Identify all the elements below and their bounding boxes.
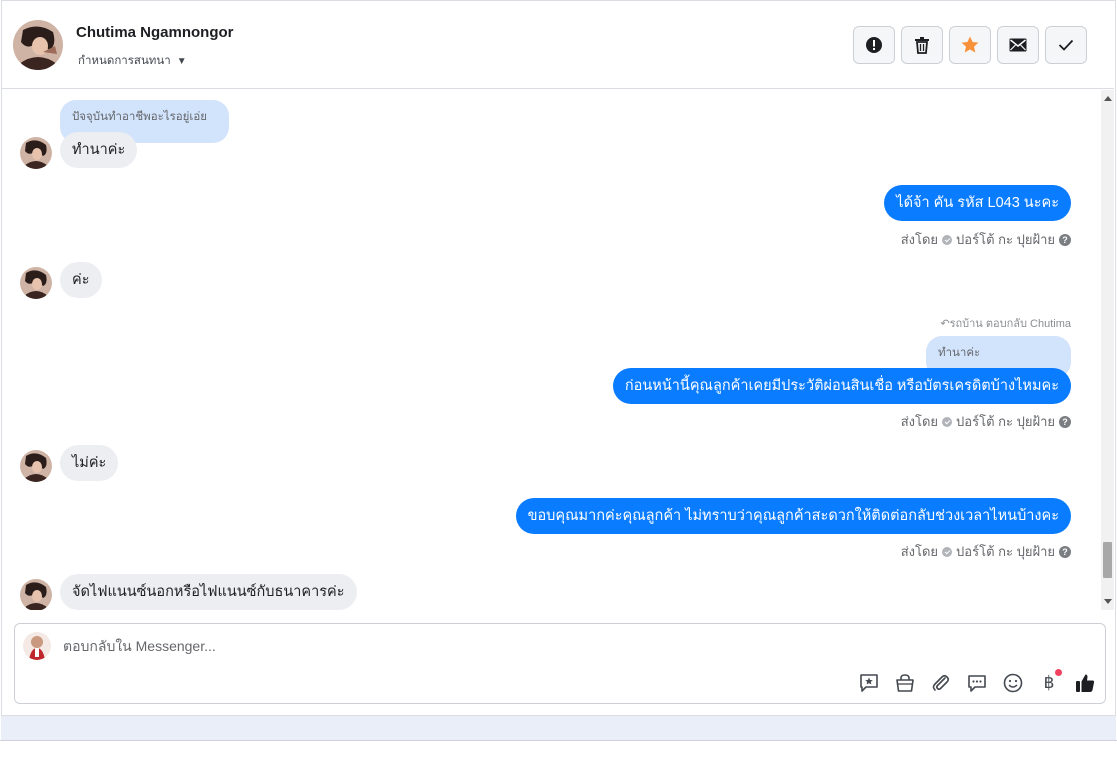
quoted-message-text: ทำนาค่ะ bbox=[938, 347, 981, 359]
scrollbar-thumb[interactable] bbox=[1103, 542, 1112, 578]
star-icon bbox=[961, 36, 979, 53]
message-scrollbar[interactable] bbox=[1101, 90, 1114, 610]
incoming-message[interactable]: ไม่ค่ะ bbox=[60, 445, 119, 481]
check-icon bbox=[1058, 39, 1074, 51]
help-icon[interactable]: ? bbox=[1059, 545, 1071, 558]
contact-avatar[interactable] bbox=[13, 20, 63, 70]
incoming-message[interactable]: ค่ะ bbox=[60, 262, 102, 298]
delete-button[interactable] bbox=[901, 26, 943, 64]
emoji-icon[interactable] bbox=[1001, 671, 1025, 695]
sent-by-info: ส่งโดย ปอร์โต้ กะ ปุยฝ้าย ? bbox=[901, 229, 1071, 250]
saved-reply-icon[interactable] bbox=[857, 671, 881, 695]
reply-note-text: รถบ้าน ตอบกลับ Chutima bbox=[949, 318, 1071, 330]
sent-by-prefix: ส่งโดย bbox=[900, 414, 939, 429]
mark-done-button[interactable] bbox=[1045, 26, 1087, 64]
sent-by-prefix: ส่งโดย bbox=[900, 232, 939, 247]
composer-toolbar: ฿ bbox=[857, 669, 1097, 695]
sent-by-agent: ปอร์โต้ กะ ปุยฝ้าย bbox=[956, 544, 1055, 559]
contact-name: Chutima Ngamnongor bbox=[76, 24, 234, 41]
baht-payment-button[interactable]: ฿ bbox=[1037, 669, 1062, 695]
outgoing-message[interactable]: ขอบคุณมากค่ะคุณลูกค้า ไม่ทราบว่าคุณลูกค้… bbox=[515, 498, 1071, 534]
verified-check-icon bbox=[942, 234, 953, 245]
envelope-icon bbox=[1009, 38, 1027, 52]
reply-composer: ฿ bbox=[14, 623, 1106, 704]
scroll-up-arrow-icon[interactable] bbox=[1104, 96, 1112, 101]
shop-bag-icon[interactable] bbox=[893, 671, 917, 695]
header-actions bbox=[853, 26, 1087, 64]
contact-avatar[interactable] bbox=[20, 137, 52, 169]
paperclip-icon[interactable] bbox=[929, 671, 953, 695]
assign-conversation-dropdown[interactable]: กำหนดการสนทนา ▼ bbox=[78, 52, 187, 70]
notification-dot bbox=[1055, 669, 1062, 676]
like-icon[interactable] bbox=[1073, 671, 1097, 695]
star-button[interactable] bbox=[949, 26, 991, 64]
message-text: ค่ะ bbox=[72, 272, 90, 288]
exclamation-icon bbox=[866, 37, 882, 53]
trash-icon bbox=[915, 37, 929, 54]
message-text: ก่อนหน้านี้คุณลูกค้าเคยมีประวัติผ่อนสินเ… bbox=[624, 378, 1059, 394]
message-text: ไม่ค่ะ bbox=[72, 455, 107, 471]
baht-icon: ฿ bbox=[1043, 673, 1055, 693]
mark-spam-button[interactable] bbox=[853, 26, 895, 64]
message-text: ได้จ้า คัน รหัส L043 นะคะ bbox=[896, 195, 1059, 211]
verified-check-icon bbox=[942, 546, 953, 557]
assign-conversation-label: กำหนดการสนทนา bbox=[78, 55, 171, 67]
chat-bubble-icon[interactable] bbox=[965, 671, 989, 695]
caret-down-icon: ▼ bbox=[176, 55, 187, 67]
sent-by-info: ส่งโดย ปอร์โต้ กะ ปุยฝ้าย ? bbox=[901, 541, 1071, 562]
contact-avatar[interactable] bbox=[20, 579, 52, 610]
help-icon[interactable]: ? bbox=[1059, 233, 1071, 246]
footer-divider bbox=[0, 740, 1117, 741]
mark-unread-button[interactable] bbox=[997, 26, 1039, 64]
help-icon[interactable]: ? bbox=[1059, 415, 1071, 428]
sent-by-agent: ปอร์โต้ กะ ปุยฝ้าย bbox=[956, 414, 1055, 429]
contact-avatar[interactable] bbox=[20, 267, 52, 299]
sent-by-info: ส่งโดย ปอร์โต้ กะ ปุยฝ้าย ? bbox=[901, 411, 1071, 432]
page-avatar bbox=[23, 632, 51, 660]
reply-input[interactable] bbox=[63, 636, 963, 656]
footer-band bbox=[1, 716, 1116, 740]
message-text: จัดไฟแนนซ์นอกหรือไฟแนนซ์กับธนาคารค่ะ bbox=[72, 584, 345, 600]
scroll-down-arrow-icon[interactable] bbox=[1104, 599, 1112, 604]
contact-avatar[interactable] bbox=[20, 450, 52, 482]
reply-arrow-icon: ↶ bbox=[940, 318, 950, 330]
quoted-message-text: ปัจจุบันทำอาชีพอะไรอยู่เอ่ย bbox=[72, 111, 207, 123]
sent-by-prefix: ส่งโดย bbox=[900, 544, 939, 559]
reply-note: ↶รถบ้าน ตอบกลับ Chutima bbox=[940, 314, 1071, 332]
message-list: ปัจจุบันทำอาชีพอะไรอยู่เอ่ย ทำนาค่ะ ได้จ… bbox=[0, 90, 1100, 610]
verified-check-icon bbox=[942, 416, 953, 427]
outgoing-message[interactable]: ได้จ้า คัน รหัส L043 นะคะ bbox=[884, 185, 1071, 221]
incoming-message[interactable]: ทำนาค่ะ bbox=[60, 132, 138, 168]
conversation-header: Chutima Ngamnongor กำหนดการสนทนา ▼ bbox=[1, 0, 1114, 89]
sent-by-agent: ปอร์โต้ กะ ปุยฝ้าย bbox=[956, 232, 1055, 247]
message-text: ทำนาค่ะ bbox=[72, 142, 126, 158]
message-text: ขอบคุณมากค่ะคุณลูกค้า ไม่ทราบว่าคุณลูกค้… bbox=[527, 508, 1059, 524]
incoming-message[interactable]: จัดไฟแนนซ์นอกหรือไฟแนนซ์กับธนาคารค่ะ bbox=[60, 574, 357, 610]
outgoing-message[interactable]: ก่อนหน้านี้คุณลูกค้าเคยมีประวัติผ่อนสินเ… bbox=[612, 368, 1071, 404]
